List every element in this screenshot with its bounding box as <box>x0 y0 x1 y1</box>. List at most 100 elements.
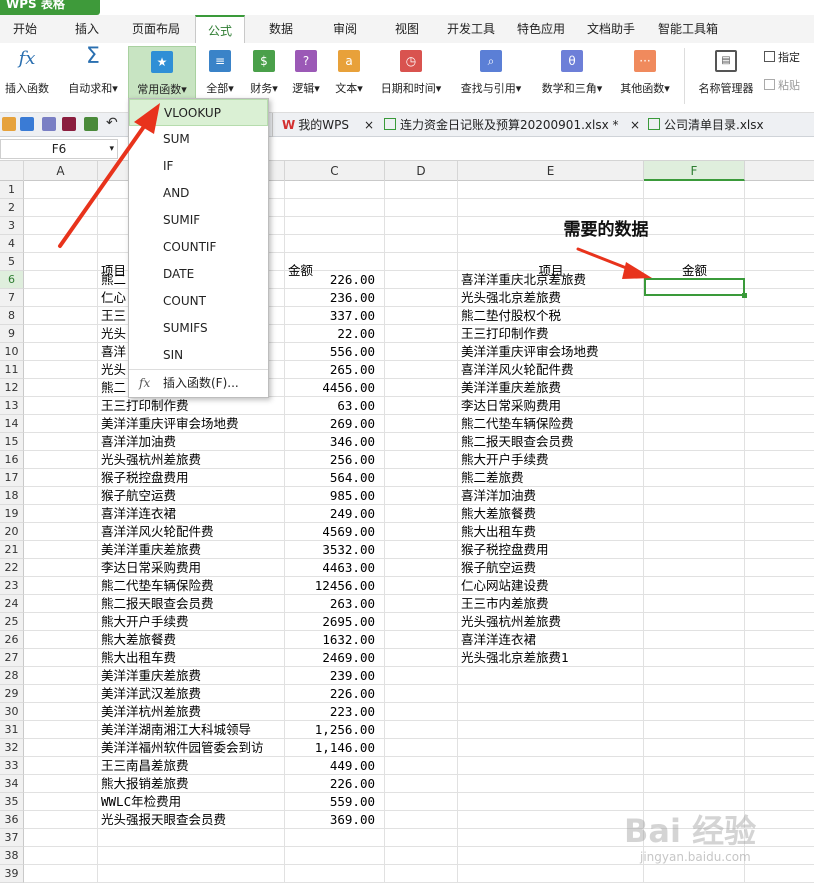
row-header-29[interactable]: 29 <box>0 685 24 703</box>
row-header-25[interactable]: 25 <box>0 613 24 631</box>
right-item-cell[interactable]: 熊大差旅餐费 <box>461 505 644 523</box>
menu-insert-function[interactable]: fx 插入函数(F)... <box>129 370 268 397</box>
left-amount-cell[interactable]: 239.00 <box>285 667 385 685</box>
row-header-34[interactable]: 34 <box>0 775 24 793</box>
tab-doc-assistant[interactable]: 文档助手 <box>580 15 642 43</box>
left-amount-cell[interactable]: 223.00 <box>285 703 385 721</box>
row-header-21[interactable]: 21 <box>0 541 24 559</box>
row-header-3[interactable]: 3 <box>0 217 24 235</box>
close-icon[interactable]: × <box>364 113 378 137</box>
row-header-20[interactable]: 20 <box>0 523 24 541</box>
right-item-cell[interactable]: 光头强北京差旅费 <box>461 289 644 307</box>
left-amount-cell[interactable]: 559.00 <box>285 793 385 811</box>
left-item-cell[interactable]: 熊大差旅餐费 <box>101 631 285 649</box>
print-icon[interactable] <box>62 117 76 131</box>
save-icon[interactable] <box>20 117 34 131</box>
row-header-35[interactable]: 35 <box>0 793 24 811</box>
right-item-cell[interactable]: 王三市内差旅费 <box>461 595 644 613</box>
row-header-37[interactable]: 37 <box>0 829 24 847</box>
right-item-cell[interactable]: 猴子航空运费 <box>461 559 644 577</box>
left-amount-cell[interactable]: 226.00 <box>285 271 385 289</box>
row-header-31[interactable]: 31 <box>0 721 24 739</box>
left-amount-cell[interactable]: 337.00 <box>285 307 385 325</box>
col-header-a[interactable]: A <box>24 161 98 181</box>
left-item-cell[interactable]: 猴子税控盘费用 <box>101 469 285 487</box>
right-item-cell[interactable]: 熊二差旅费 <box>461 469 644 487</box>
row-header-14[interactable]: 14 <box>0 415 24 433</box>
left-amount-cell[interactable]: 369.00 <box>285 811 385 829</box>
left-item-cell[interactable]: 美洋洋杭州差旅费 <box>101 703 285 721</box>
menu-item-if[interactable]: IF <box>129 153 268 180</box>
left-item-cell[interactable]: 美洋洋湖南湘江大科城领导 <box>101 721 285 739</box>
row-header-7[interactable]: 7 <box>0 289 24 307</box>
left-item-cell[interactable]: 喜洋洋风火轮配件费 <box>101 523 285 541</box>
left-item-cell[interactable]: 熊二代垫车辆保险费 <box>101 577 285 595</box>
col-header-e[interactable]: E <box>458 161 644 181</box>
right-item-cell[interactable]: 喜洋洋风火轮配件费 <box>461 361 644 379</box>
close-icon[interactable]: × <box>630 113 644 137</box>
row-header-12[interactable]: 12 <box>0 379 24 397</box>
undo-icon[interactable]: ↶ <box>106 115 118 131</box>
left-amount-cell[interactable]: 3532.00 <box>285 541 385 559</box>
tab-view[interactable]: 视图 <box>384 15 430 43</box>
row-header-33[interactable]: 33 <box>0 757 24 775</box>
left-amount-cell[interactable]: 1,146.00 <box>285 739 385 757</box>
left-amount-cell[interactable]: 226.00 <box>285 685 385 703</box>
row-header-1[interactable]: 1 <box>0 181 24 199</box>
open-icon[interactable] <box>2 117 16 131</box>
assign-button[interactable]: 指定 <box>764 50 800 66</box>
col-header-f[interactable]: F <box>644 161 745 181</box>
right-item-cell[interactable]: 喜洋洋连衣裙 <box>461 631 644 649</box>
left-item-cell[interactable]: 喜洋洋加油费 <box>101 433 285 451</box>
logic-functions-button[interactable]: ? 逻辑▾ <box>286 46 326 108</box>
menu-item-sin[interactable]: SIN <box>129 342 268 369</box>
menu-item-sumif[interactable]: SUMIF <box>129 207 268 234</box>
left-item-cell[interactable]: 美洋洋福州软件园管委会到访 <box>101 739 285 757</box>
left-item-cell[interactable]: WWLC年检费用 <box>101 793 285 811</box>
left-amount-cell[interactable]: 4456.00 <box>285 379 385 397</box>
tab-formulas[interactable]: 公式 <box>195 15 245 43</box>
row-header-36[interactable]: 36 <box>0 811 24 829</box>
row-header-30[interactable]: 30 <box>0 703 24 721</box>
left-item-cell[interactable]: 美洋洋重庆评审会场地费 <box>101 415 285 433</box>
left-item-cell[interactable]: 光头强杭州差旅费 <box>101 451 285 469</box>
row-header-13[interactable]: 13 <box>0 397 24 415</box>
tab-page-layout[interactable]: 页面布局 <box>124 15 188 43</box>
left-amount-cell[interactable]: 985.00 <box>285 487 385 505</box>
row-header-28[interactable]: 28 <box>0 667 24 685</box>
right-item-cell[interactable]: 喜洋洋加油费 <box>461 487 644 505</box>
row-header-22[interactable]: 22 <box>0 559 24 577</box>
insert-function-button[interactable]: fx 插入函数 <box>0 46 54 108</box>
row-header-23[interactable]: 23 <box>0 577 24 595</box>
left-amount-cell[interactable]: 12456.00 <box>285 577 385 595</box>
right-item-cell[interactable]: 王三打印制作费 <box>461 325 644 343</box>
doc-tab-my-wps[interactable]: W 我的WPS <box>282 113 362 137</box>
row-header-38[interactable]: 38 <box>0 847 24 865</box>
right-item-cell[interactable]: 美洋洋重庆差旅费 <box>461 379 644 397</box>
left-amount-cell[interactable]: 564.00 <box>285 469 385 487</box>
left-amount-cell[interactable]: 256.00 <box>285 451 385 469</box>
tab-smart-toolbox[interactable]: 智能工具箱 <box>650 15 726 43</box>
left-amount-cell[interactable]: 346.00 <box>285 433 385 451</box>
left-item-cell[interactable]: 李达日常采购费用 <box>101 559 285 577</box>
other-functions-button[interactable]: ··· 其他函数▾ <box>612 46 678 108</box>
row-header-15[interactable]: 15 <box>0 433 24 451</box>
right-item-cell[interactable]: 仁心网站建设费 <box>461 577 644 595</box>
tab-insert[interactable]: 插入 <box>62 15 112 43</box>
left-item-cell[interactable]: 美洋洋重庆差旅费 <box>101 667 285 685</box>
right-item-cell[interactable]: 美洋洋重庆评审会场地费 <box>461 343 644 361</box>
row-header-32[interactable]: 32 <box>0 739 24 757</box>
col-header-d[interactable]: D <box>385 161 458 181</box>
paste-button[interactable]: 粘贴 <box>764 78 800 94</box>
doc-tab-company-list[interactable]: 公司清单目录.xlsx <box>648 113 814 137</box>
left-item-cell[interactable]: 王三南昌差旅费 <box>101 757 285 775</box>
row-header-10[interactable]: 10 <box>0 343 24 361</box>
row-header-27[interactable]: 27 <box>0 649 24 667</box>
left-item-cell[interactable]: 熊大出租车费 <box>101 649 285 667</box>
left-amount-cell[interactable]: 556.00 <box>285 343 385 361</box>
left-amount-cell[interactable]: 2695.00 <box>285 613 385 631</box>
right-item-cell[interactable]: 猴子税控盘费用 <box>461 541 644 559</box>
left-amount-cell[interactable]: 236.00 <box>285 289 385 307</box>
right-item-cell[interactable]: 熊二代垫车辆保险费 <box>461 415 644 433</box>
tab-data[interactable]: 数据 <box>258 15 304 43</box>
